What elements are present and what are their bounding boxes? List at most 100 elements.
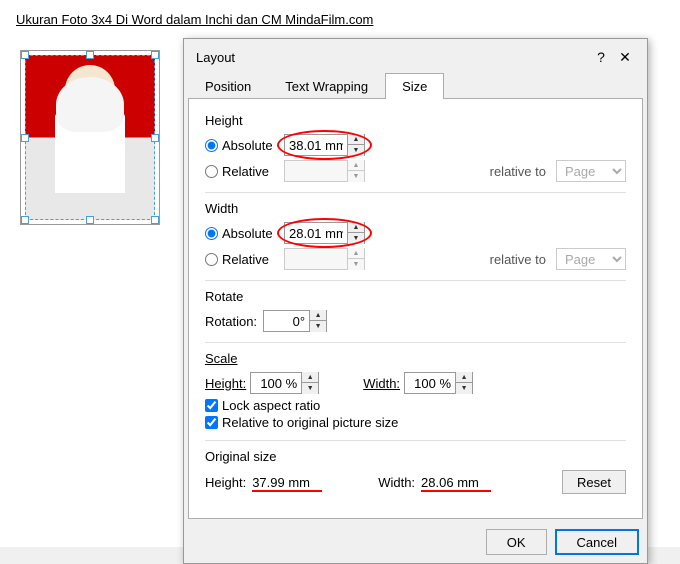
dialog-titlebar: Layout ? ✕ (184, 39, 647, 73)
width-absolute-input[interactable] (285, 223, 347, 243)
photo-container (20, 50, 160, 225)
height-relative-row: Relative ▲ ▼ relative to Page (205, 160, 626, 182)
scale-height-increment[interactable]: ▲ (302, 372, 318, 383)
width-relative-spinbox: ▲ ▼ (284, 248, 365, 270)
rotation-input[interactable] (264, 311, 309, 331)
width-rotate-divider (205, 280, 626, 281)
width-rel-decrement-button: ▼ (348, 259, 364, 270)
height-rel-increment-button: ▲ (348, 160, 364, 171)
lock-aspect-row: Lock aspect ratio (205, 398, 626, 413)
dialog-controls: ? ✕ (591, 47, 635, 67)
tab-position[interactable]: Position (188, 73, 268, 99)
page-title: Ukuran Foto 3x4 Di Word dalam Inchi dan … (16, 12, 373, 27)
width-absolute-spinbox: ▲ ▼ (284, 222, 365, 244)
scale-height-input[interactable] (251, 373, 301, 393)
height-relative-to-label: relative to (490, 164, 546, 179)
rotation-increment-button[interactable]: ▲ (310, 310, 326, 321)
scale-width-decrement[interactable]: ▼ (456, 383, 472, 394)
height-label: Height (205, 113, 626, 128)
scale-width-label: Width: (363, 376, 400, 391)
dialog-title: Layout (196, 50, 235, 65)
scale-width-buttons: ▲ ▼ (455, 372, 472, 394)
height-width-divider (205, 192, 626, 193)
handle-top-left[interactable] (21, 51, 29, 59)
original-width-value: 28.06 mm (421, 475, 491, 490)
tab-bar: Position Text Wrapping Size (188, 73, 643, 99)
handle-bottom-center[interactable] (86, 216, 94, 224)
rotate-row: Rotation: ▲ ▼ (205, 310, 626, 332)
height-relative-radio[interactable] (205, 165, 218, 178)
handle-middle-left[interactable] (21, 134, 29, 142)
tab-text-wrapping[interactable]: Text Wrapping (268, 73, 385, 99)
scale-original-divider (205, 440, 626, 441)
rotate-section: Rotate Rotation: ▲ ▼ (205, 289, 626, 332)
original-size-label: Original size (205, 449, 626, 464)
height-relative-label: Relative (222, 164, 280, 179)
photo-selection-border (25, 55, 155, 220)
width-absolute-radio[interactable] (205, 227, 218, 240)
width-relative-row: Relative ▲ ▼ relative to Page (205, 248, 626, 270)
height-relative-input (285, 161, 347, 181)
height-absolute-input[interactable] (285, 135, 347, 155)
width-absolute-label: Absolute (222, 226, 280, 241)
ok-button[interactable]: OK (486, 529, 547, 555)
height-decrement-button[interactable]: ▼ (348, 145, 364, 156)
handle-bottom-left[interactable] (21, 216, 29, 224)
original-size-section: Original size Height: 37.99 mm Width: 28… (205, 449, 626, 494)
scale-label: Scale (205, 351, 626, 366)
width-absolute-row: Absolute ▲ ▼ (205, 222, 626, 244)
width-section: Width Absolute ▲ ▼ Relative (205, 201, 626, 270)
relative-original-checkbox[interactable] (205, 416, 218, 429)
scale-width-input[interactable] (405, 373, 455, 393)
handle-top-right[interactable] (151, 51, 159, 59)
width-relative-to-dropdown: Page (556, 248, 626, 270)
height-relative-buttons: ▲ ▼ (347, 160, 364, 182)
height-absolute-radio[interactable] (205, 139, 218, 152)
width-decrement-button[interactable]: ▼ (348, 233, 364, 244)
reset-button[interactable]: Reset (562, 470, 626, 494)
cancel-button[interactable]: Cancel (555, 529, 639, 555)
width-relative-label: Relative (222, 252, 280, 267)
width-rel-increment-button: ▲ (348, 248, 364, 259)
relative-original-row: Relative to original picture size (205, 415, 626, 430)
help-icon[interactable]: ? (591, 47, 611, 67)
scale-height-decrement[interactable]: ▼ (302, 383, 318, 394)
height-increment-button[interactable]: ▲ (348, 134, 364, 145)
layout-dialog: Layout ? ✕ Position Text Wrapping Size H… (183, 38, 648, 564)
width-relative-radio[interactable] (205, 253, 218, 266)
tab-size[interactable]: Size (385, 73, 444, 99)
rotation-decrement-button[interactable]: ▼ (310, 321, 326, 332)
dialog-content: Height Absolute ▲ ▼ Relative (188, 99, 643, 519)
rotate-label: Rotate (205, 289, 626, 304)
height-rel-decrement-button: ▼ (348, 171, 364, 182)
scale-values-row: Height: ▲ ▼ Width: ▲ ▼ (205, 372, 626, 394)
width-relative-buttons: ▲ ▼ (347, 248, 364, 270)
scale-height-label: Height: (205, 376, 246, 391)
handle-top-center[interactable] (86, 51, 94, 59)
dialog-footer: OK Cancel (184, 523, 647, 563)
page-title-link[interactable]: Ukuran Foto 3x4 Di Word dalam Inchi dan … (16, 12, 373, 27)
original-values-row: Height: 37.99 mm Width: 28.06 mm Reset (205, 470, 626, 494)
width-increment-button[interactable]: ▲ (348, 222, 364, 233)
height-absolute-row: Absolute ▲ ▼ (205, 134, 626, 156)
original-height-value: 37.99 mm (252, 475, 322, 490)
scale-height-buttons: ▲ ▼ (301, 372, 318, 394)
width-spinbox-buttons: ▲ ▼ (347, 222, 364, 244)
width-label: Width (205, 201, 626, 216)
scale-height-spinbox: ▲ ▼ (250, 372, 319, 394)
height-absolute-label: Absolute (222, 138, 280, 153)
height-relative-to-dropdown: Page (556, 160, 626, 182)
lock-aspect-checkbox[interactable] (205, 399, 218, 412)
original-width-label: Width: (378, 475, 415, 490)
rotation-label: Rotation: (205, 314, 257, 329)
scale-section: Scale Height: ▲ ▼ Width: ▲ ▼ (205, 351, 626, 430)
handle-bottom-right[interactable] (151, 216, 159, 224)
height-relative-spinbox: ▲ ▼ (284, 160, 365, 182)
close-icon[interactable]: ✕ (615, 47, 635, 67)
original-height-label: Height: (205, 475, 246, 490)
rotation-buttons: ▲ ▼ (309, 310, 326, 332)
handle-middle-right[interactable] (151, 134, 159, 142)
scale-width-increment[interactable]: ▲ (456, 372, 472, 383)
height-section: Height Absolute ▲ ▼ Relative (205, 113, 626, 182)
photo-image (25, 55, 155, 220)
